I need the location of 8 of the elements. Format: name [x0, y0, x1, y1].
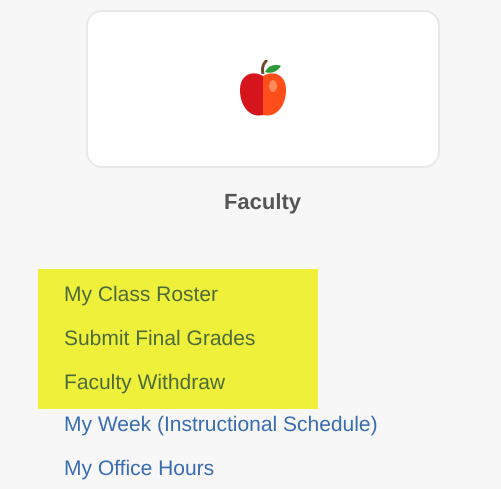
tile-label: Faculty [224, 188, 302, 216]
menu-link[interactable]: Faculty Withdraw [64, 361, 292, 405]
tile-card[interactable] [86, 10, 440, 168]
menu-link[interactable]: My Class Roster [64, 273, 292, 317]
menu-link[interactable]: Submit Final Grades [64, 317, 292, 361]
menu-link[interactable]: My Office Hours [64, 447, 475, 489]
menu-link[interactable]: My Week (Instructional Schedule) [64, 403, 475, 447]
apple-icon [238, 60, 286, 118]
